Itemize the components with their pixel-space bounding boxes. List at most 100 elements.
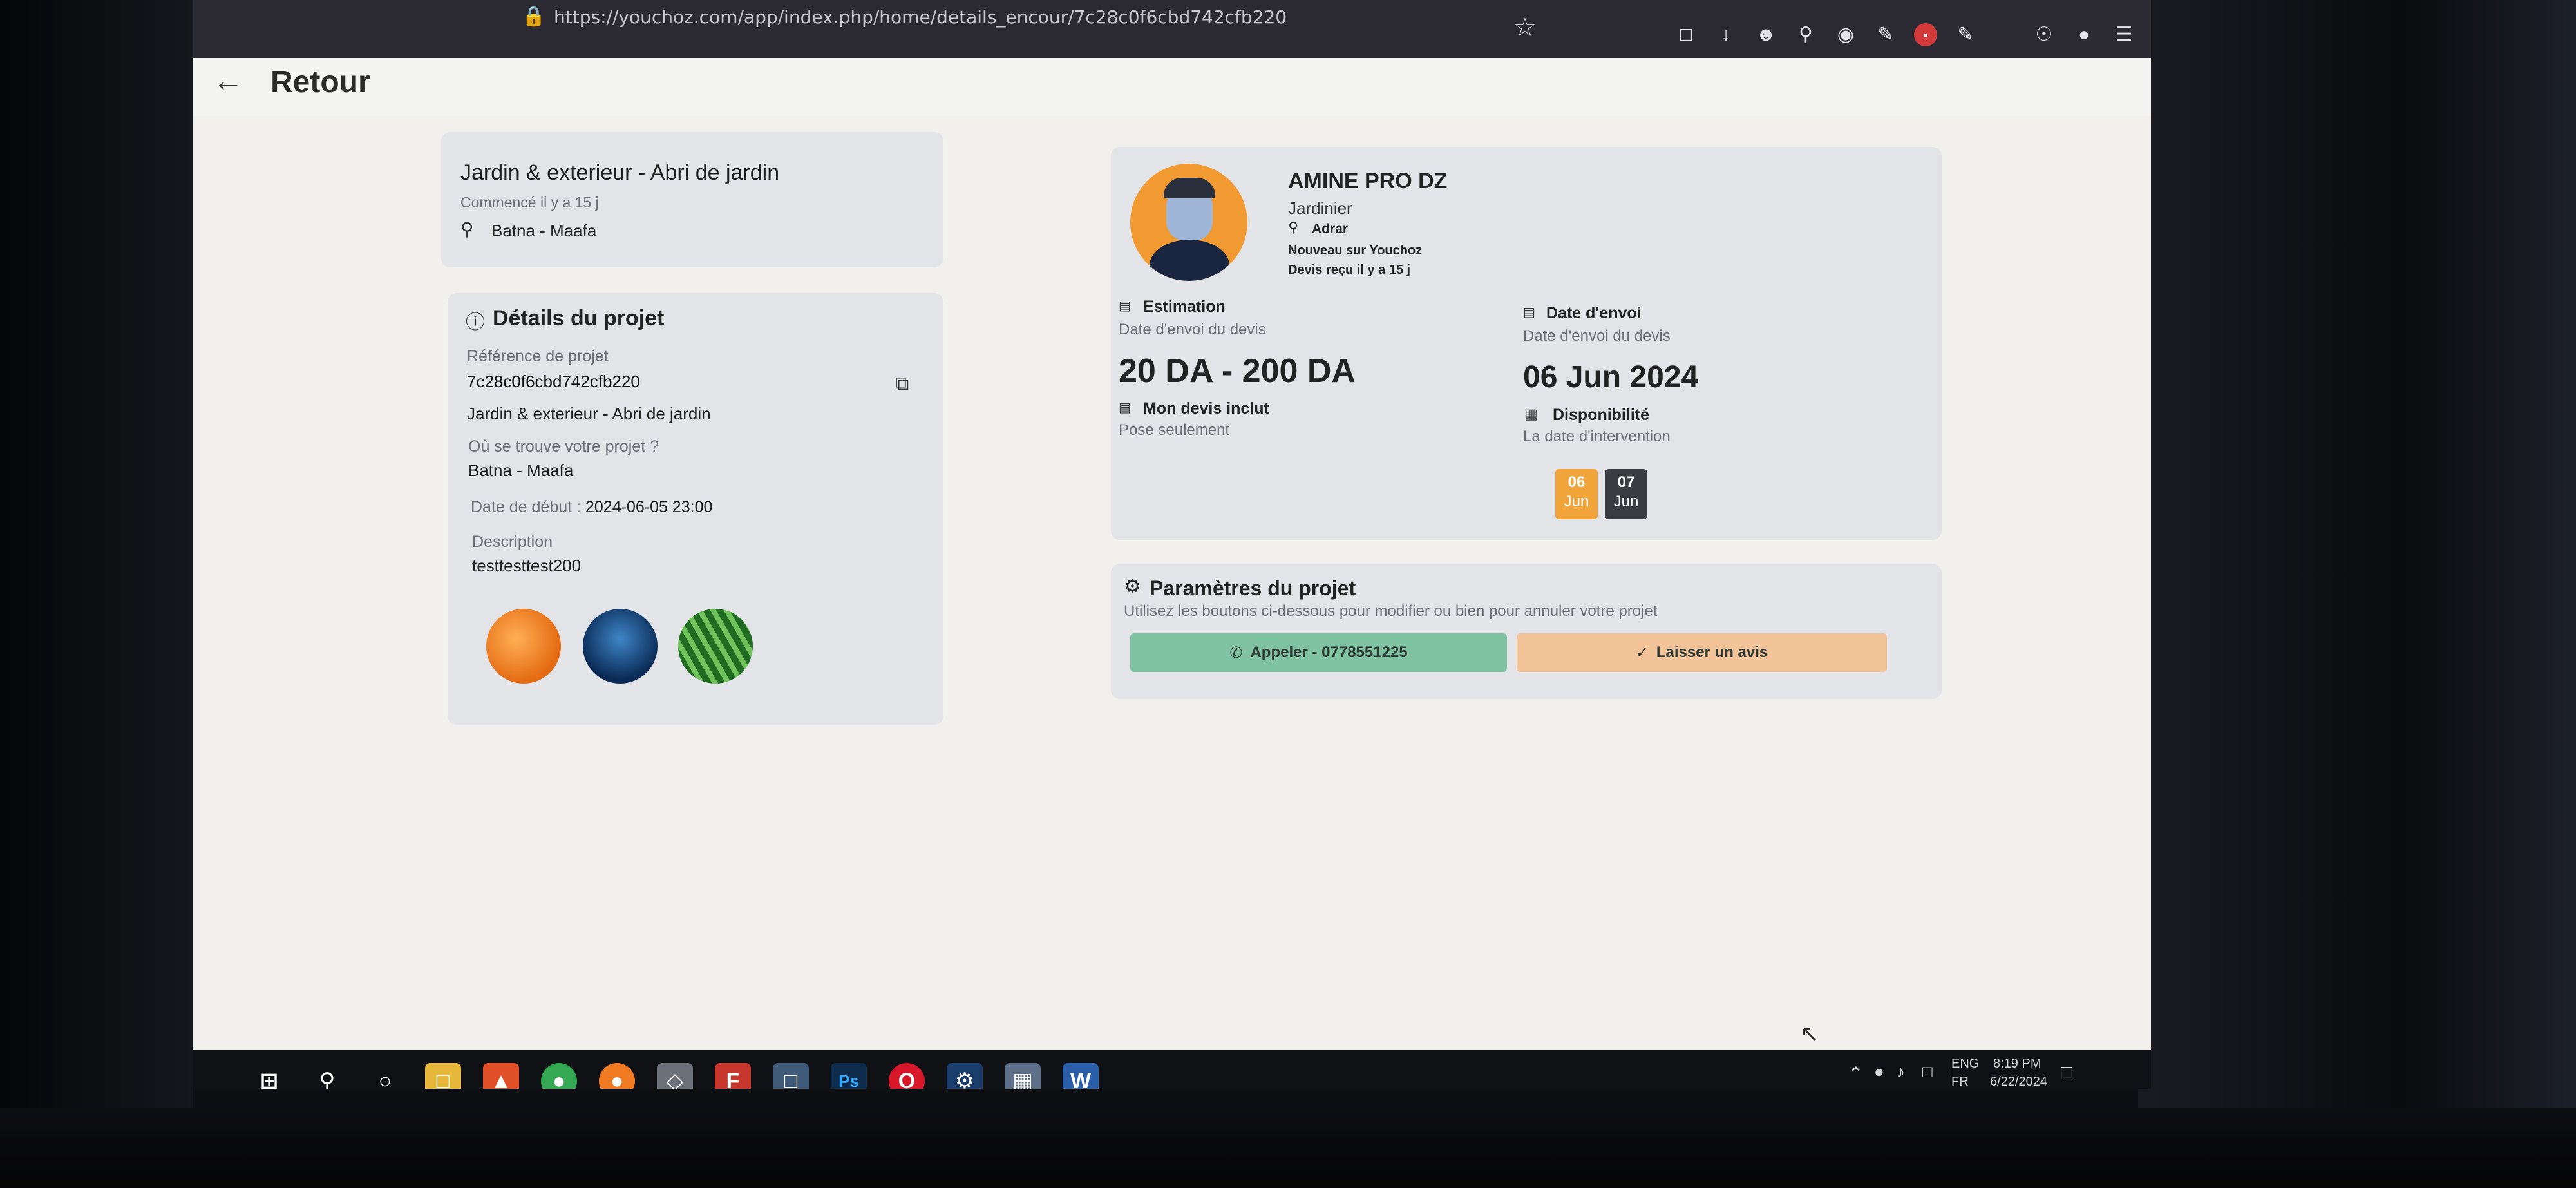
windows-start-icon[interactable]: ⊞ [251, 1063, 287, 1089]
app-box-icon[interactable]: □ [773, 1063, 809, 1089]
pocket-icon[interactable]: □ [1674, 23, 1698, 46]
puzzle-icon[interactable]: ✎ [1954, 23, 1977, 46]
account-icon[interactable]: ☻ [1754, 23, 1777, 46]
profile-avatar-icon[interactable]: ● [2072, 23, 2096, 46]
provider-status: Nouveau sur Youchoz [1288, 244, 1423, 258]
photo-bezel-right [2138, 0, 2576, 1188]
search-icon[interactable]: ⚲ [1794, 23, 1817, 46]
leave-review-button[interactable]: ✓ Laisser un avis [1517, 633, 1887, 672]
project-photo-1[interactable] [486, 609, 561, 684]
start-date-value: 2024-06-05 23:00 [585, 498, 713, 516]
provider-avatar [1130, 164, 1247, 281]
mic-icon[interactable]: ● [1874, 1062, 1884, 1082]
word-icon[interactable]: W [1063, 1063, 1099, 1089]
photo-bezel-bottom [0, 1108, 2576, 1188]
provider-role: Jardinier [1288, 198, 1352, 218]
input-lang-secondary[interactable]: FR [1951, 1075, 1969, 1089]
includes-icon: ▤ [1119, 401, 1131, 415]
info-circle-icon: ⓘ [466, 312, 485, 333]
project-started: Commencé il y a 15 j [460, 194, 599, 211]
ref-value: 7c28c0f6cbd742cfb220 [467, 372, 640, 391]
provider-location-pin-icon: ⚲ [1288, 219, 1299, 235]
bookmark-star-icon[interactable]: ☆ [1513, 13, 1537, 43]
availability-sub: La date d'intervention [1523, 428, 1671, 445]
phone-icon: ✆ [1229, 644, 1243, 662]
start-date-label: Date de début : [471, 498, 581, 516]
input-lang-primary[interactable]: ENG [1951, 1057, 1979, 1071]
quote-price: 20 DA - 200 DA [1119, 352, 1356, 390]
clock-time[interactable]: 8:19 PM [1993, 1057, 2041, 1071]
provider-quote-received: Devis reçu il y a 15 j [1288, 263, 1411, 277]
call-button[interactable]: ✆ Appeler - 0778551225 [1130, 633, 1507, 672]
copy-icon[interactable]: ⧉ [895, 373, 909, 395]
details-heading: Détails du projet [493, 306, 665, 331]
project-settings-card: ⚙ Paramètres du projet Utilisez les bout… [1111, 564, 1942, 699]
location-pin-icon: ⚲ [460, 219, 474, 239]
chip-month: Jun [1613, 493, 1639, 510]
availability-date-chip: 07 Jun [1605, 469, 1647, 519]
provider-name: AMINE PRO DZ [1288, 169, 1448, 193]
back-arrow-icon[interactable]: ← [213, 63, 243, 99]
mouse-cursor-icon: ↖ [1800, 1020, 1820, 1047]
sent-date-sub: Date d'envoi du devis [1523, 327, 1671, 345]
file-explorer-icon[interactable]: □ [425, 1063, 461, 1089]
leave-review-label: Laisser un avis [1656, 644, 1768, 661]
estimation-icon: ▤ [1119, 299, 1131, 313]
chip-month: Jun [1564, 493, 1589, 510]
clock-date[interactable]: 6/22/2024 [1990, 1075, 2047, 1089]
check-circle-icon: ✓ [1635, 644, 1649, 662]
brave-browser-icon[interactable]: ▲ [483, 1063, 519, 1089]
volume-icon[interactable]: ♪ [1897, 1062, 1905, 1082]
tray-chevron-icon[interactable]: ⌃ [1848, 1063, 1863, 1084]
photo-bezel-left [0, 0, 193, 1188]
search-icon[interactable]: ⚲ [309, 1063, 345, 1089]
project-photo-3[interactable] [678, 609, 753, 684]
steam-icon[interactable]: ⚙ [947, 1063, 983, 1089]
sent-date-icon: ▤ [1523, 305, 1535, 320]
photoshop-icon[interactable]: Ps [831, 1063, 867, 1089]
project-details-card: ⓘ Détails du projet Référence de projet … [448, 293, 943, 725]
address-bar[interactable]: https://youchoz.com/app/index.php/home/d… [554, 6, 1287, 28]
call-button-label: Appeler - 0778551225 [1250, 644, 1408, 661]
gear-icon: ⚙ [1124, 576, 1141, 597]
where-label: Où se trouve votre projet ? [468, 437, 659, 455]
where-value: Batna - Maafa [468, 461, 574, 480]
lock-icon: 🔒 [522, 6, 546, 27]
project-title: Jardin & exterieur - Abri de jardin [460, 160, 780, 185]
browser-toolbar: 🔒 https://youchoz.com/app/index.php/home… [193, 0, 2151, 58]
monitor-screen: 🔒 https://youchoz.com/app/index.php/home… [193, 0, 2151, 1089]
adblock-icon[interactable]: ● [1914, 23, 1937, 46]
includes-label: Mon devis inclut [1143, 399, 1269, 417]
compass-icon[interactable]: ☉ [2032, 23, 2056, 46]
includes-value: Pose seulement [1119, 421, 1230, 439]
project-location: Batna - Maafa [491, 221, 597, 240]
app-qr-icon[interactable]: ▦ [1005, 1063, 1041, 1089]
notification-icon[interactable]: □ [2061, 1062, 2072, 1084]
task-view-icon[interactable]: ○ [367, 1063, 403, 1089]
description-label: Description [472, 533, 553, 551]
ref-label: Référence de projet [467, 347, 609, 365]
pen-icon[interactable]: ✎ [1874, 23, 1897, 46]
page-header: ← Retour [193, 58, 2151, 116]
menu-icon[interactable]: ☰ [2112, 23, 2136, 46]
network-icon[interactable]: □ [1922, 1062, 1933, 1082]
download-icon[interactable]: ↓ [1714, 23, 1738, 46]
extension-color-icon[interactable]: ◉ [1834, 23, 1857, 46]
extensions-bar: □ ↓ ☻ ⚲ ◉ ✎ ● ✎ ☉ ● ☰ [1674, 23, 2136, 46]
project-summary-card: Jardin & exterieur - Abri de jardin Comm… [441, 132, 943, 267]
chip-day: 06 [1567, 474, 1586, 491]
app-cube-icon[interactable]: ◇ [657, 1063, 693, 1089]
description-value: testtesttest200 [472, 556, 582, 575]
availability-date-chip: 06 Jun [1555, 469, 1598, 519]
settings-hint: Utilisez les boutons ci-dessous pour mod… [1124, 602, 1658, 620]
estimation-sub: Date d'envoi du devis [1119, 321, 1266, 338]
provider-city: Adrar [1312, 222, 1349, 236]
settings-heading: Paramètres du projet [1150, 577, 1356, 600]
estimation-label: Estimation [1143, 298, 1226, 316]
chip-day: 07 [1617, 474, 1635, 491]
filezilla-icon[interactable]: F [715, 1063, 751, 1089]
project-photo-2[interactable] [583, 609, 658, 684]
sent-date-value: 06 Jun 2024 [1523, 360, 1699, 394]
back-link[interactable]: Retour [270, 64, 370, 100]
sent-date-label: Date d'envoi [1546, 304, 1642, 322]
